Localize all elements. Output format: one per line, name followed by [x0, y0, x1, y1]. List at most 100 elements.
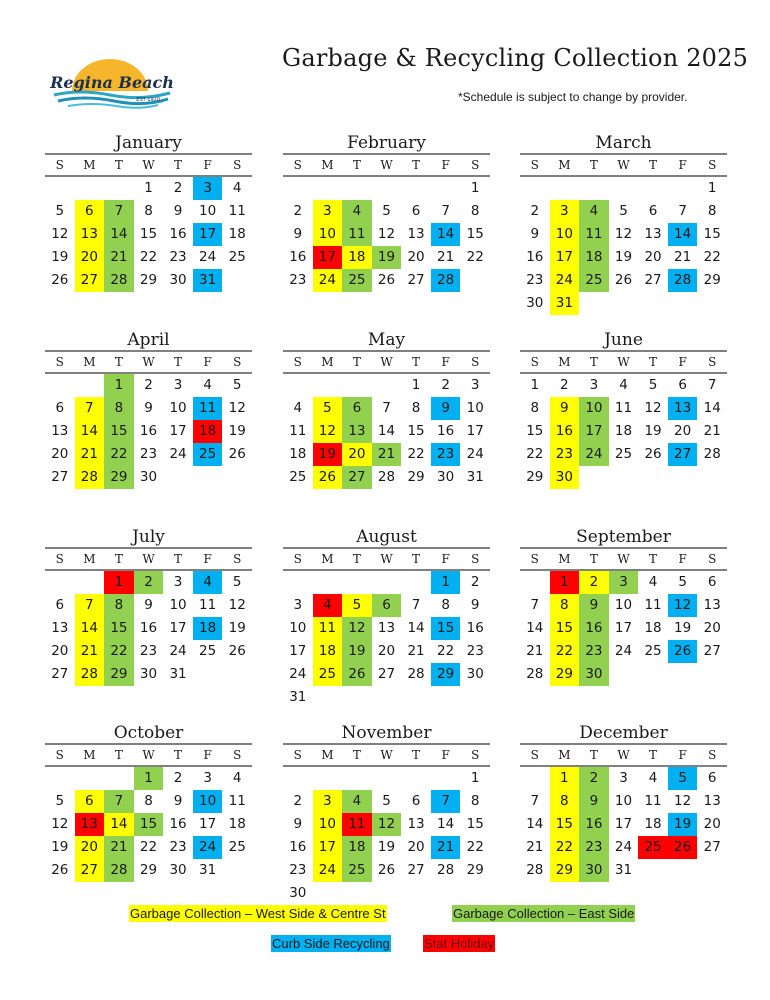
day-cell-day: 26	[51, 272, 69, 288]
day-cell-day: 18	[644, 816, 662, 832]
day-cell-day: 5	[232, 574, 242, 590]
day-cell-garbage-east-day: 9	[579, 594, 609, 617]
weekday-label: T	[589, 748, 598, 762]
day-cell-day: 13	[407, 226, 425, 242]
day-cell-garbage-east-day: 1	[133, 767, 164, 790]
day-grid: 1 2 3 4 5 6 7 8 9 10 11 12 13 14 15 16 17 18 19 20 21 22 23 24 2…	[45, 767, 252, 882]
day-cell-garbage-west-day: 30	[549, 466, 580, 489]
day-cell-garbage-east-day: 26	[342, 663, 372, 686]
month-title: June	[604, 330, 643, 350]
day-cell-garbage-west-day: 10	[312, 223, 343, 246]
day-cell-recycling-day: 23	[430, 443, 461, 466]
day-cell-day: 30	[139, 469, 158, 485]
day-cell-garbage-west-day: 18	[342, 246, 372, 269]
day-cell-day: 25	[228, 839, 246, 855]
empty-cell	[45, 767, 75, 790]
day-cell-garbage-west-day: 15	[549, 617, 580, 640]
day-cell-day: 14	[437, 816, 455, 832]
day-cell-day: 20	[51, 643, 69, 659]
legend-stat-holiday: Stat Holiday	[423, 935, 496, 952]
day-cell-day: 20	[703, 620, 721, 636]
day-cell-day: 24	[199, 249, 217, 265]
day-cell-garbage-west-day: 7	[74, 397, 105, 420]
day-cell-day: 10	[169, 597, 187, 613]
day-cell-day: 27	[703, 839, 721, 855]
day-cell-day: 24	[614, 643, 633, 659]
empty-cell	[668, 177, 698, 200]
day-cell-garbage-west-day: 3	[312, 200, 343, 223]
weekday-label: S	[530, 748, 539, 762]
day-cell-garbage-west-day: 5	[342, 594, 372, 617]
empty-cell	[431, 177, 461, 200]
day-cell-garbage-east-day: 6	[371, 594, 402, 617]
day-cell-day: 6	[678, 377, 687, 393]
day-cell-day: 2	[530, 203, 540, 219]
day-cell-day: 28	[703, 446, 721, 462]
weekday-header: SMTWTFS	[45, 547, 252, 571]
weekday-label: S	[471, 748, 480, 762]
day-cell-day: 6	[411, 203, 421, 219]
weekday-label: S	[293, 355, 302, 369]
day-cell-day: 10	[614, 793, 633, 809]
empty-cell	[431, 767, 461, 790]
weekday-label: F	[441, 748, 450, 762]
day-cell-day: 5	[678, 574, 687, 590]
weekday-label: W	[380, 748, 393, 762]
empty-cell	[401, 767, 431, 790]
day-cell-day: 31	[199, 862, 217, 878]
day-cell-day: 20	[377, 643, 396, 659]
day-cell-recycling-day: 15	[430, 617, 461, 640]
day-cell-day: 28	[526, 666, 544, 682]
day-cell-day: 13	[377, 620, 396, 636]
day-cell-day: 27	[377, 666, 396, 682]
weekday-label: S	[233, 355, 242, 369]
day-cell-day: 16	[139, 423, 158, 439]
month-title: May	[367, 330, 406, 350]
month-title: July	[132, 527, 165, 547]
empty-cell	[401, 571, 431, 594]
weekday-label: F	[678, 552, 687, 566]
day-cell-day: 15	[466, 816, 484, 832]
day-cell-garbage-west-day: 16	[549, 420, 580, 443]
weekday-label: T	[174, 158, 183, 172]
day-grid: 1 2 3 4 5 6 7 8 9 10 11 12 13 14 15 16 17 18 19 20 21 22 23 24 2…	[45, 571, 252, 686]
weekday-header: SMTWTFS	[283, 743, 490, 767]
day-cell-stat-holiday: 26	[667, 836, 698, 859]
day-cell-day: 15	[139, 226, 158, 242]
weekday-label: M	[321, 355, 334, 369]
weekday-label: M	[321, 158, 334, 172]
day-cell-day: 7	[382, 400, 391, 416]
day-cell-day: 13	[644, 226, 662, 242]
day-cell-stat-holiday: 1	[549, 571, 580, 594]
day-cell-day: 13	[51, 423, 69, 439]
weekday-label: F	[203, 748, 212, 762]
day-cell-garbage-west-day: 14	[104, 813, 134, 836]
day-cell-day: 20	[674, 423, 692, 439]
day-cell-recycling-day: 5	[667, 767, 698, 790]
day-grid: 1 2 3 4 5 6 7 8 9 10 11 12 13 14 15 16 17 18 19 20 21 22 23 24 2…	[283, 177, 490, 292]
day-cell-day: 2	[470, 574, 480, 590]
day-cell-day: 31	[614, 862, 633, 878]
empty-cell	[313, 767, 343, 790]
weekday-header: SMTWTFS	[520, 743, 727, 767]
day-cell-day: 15	[526, 423, 544, 439]
weekday-label: W	[142, 552, 155, 566]
day-cell-garbage-east-day: 25	[342, 269, 372, 292]
day-cell-day: 19	[377, 839, 396, 855]
day-cell-day: 10	[614, 597, 633, 613]
day-cell-day: 16	[466, 620, 484, 636]
day-cell-recycling-day: 28	[667, 269, 698, 292]
day-cell-garbage-east-day: 23	[579, 836, 609, 859]
day-cell-day: 21	[407, 643, 425, 659]
weekday-header: SMTWTFS	[45, 743, 252, 767]
day-cell-garbage-west-day: 7	[74, 594, 105, 617]
empty-cell	[283, 374, 313, 397]
empty-cell	[313, 177, 343, 200]
day-grid: 1 2 3 4 5 6 7 8 9 10 11 12 13 14 15 16 17 18 19 20 21 22 23 24 2…	[520, 177, 727, 315]
day-cell-day: 3	[173, 574, 183, 590]
empty-cell	[45, 374, 75, 397]
empty-cell	[104, 767, 134, 790]
day-cell-garbage-east-day: 11	[579, 223, 609, 246]
weekday-label: S	[708, 748, 717, 762]
weekday-label: M	[83, 552, 96, 566]
